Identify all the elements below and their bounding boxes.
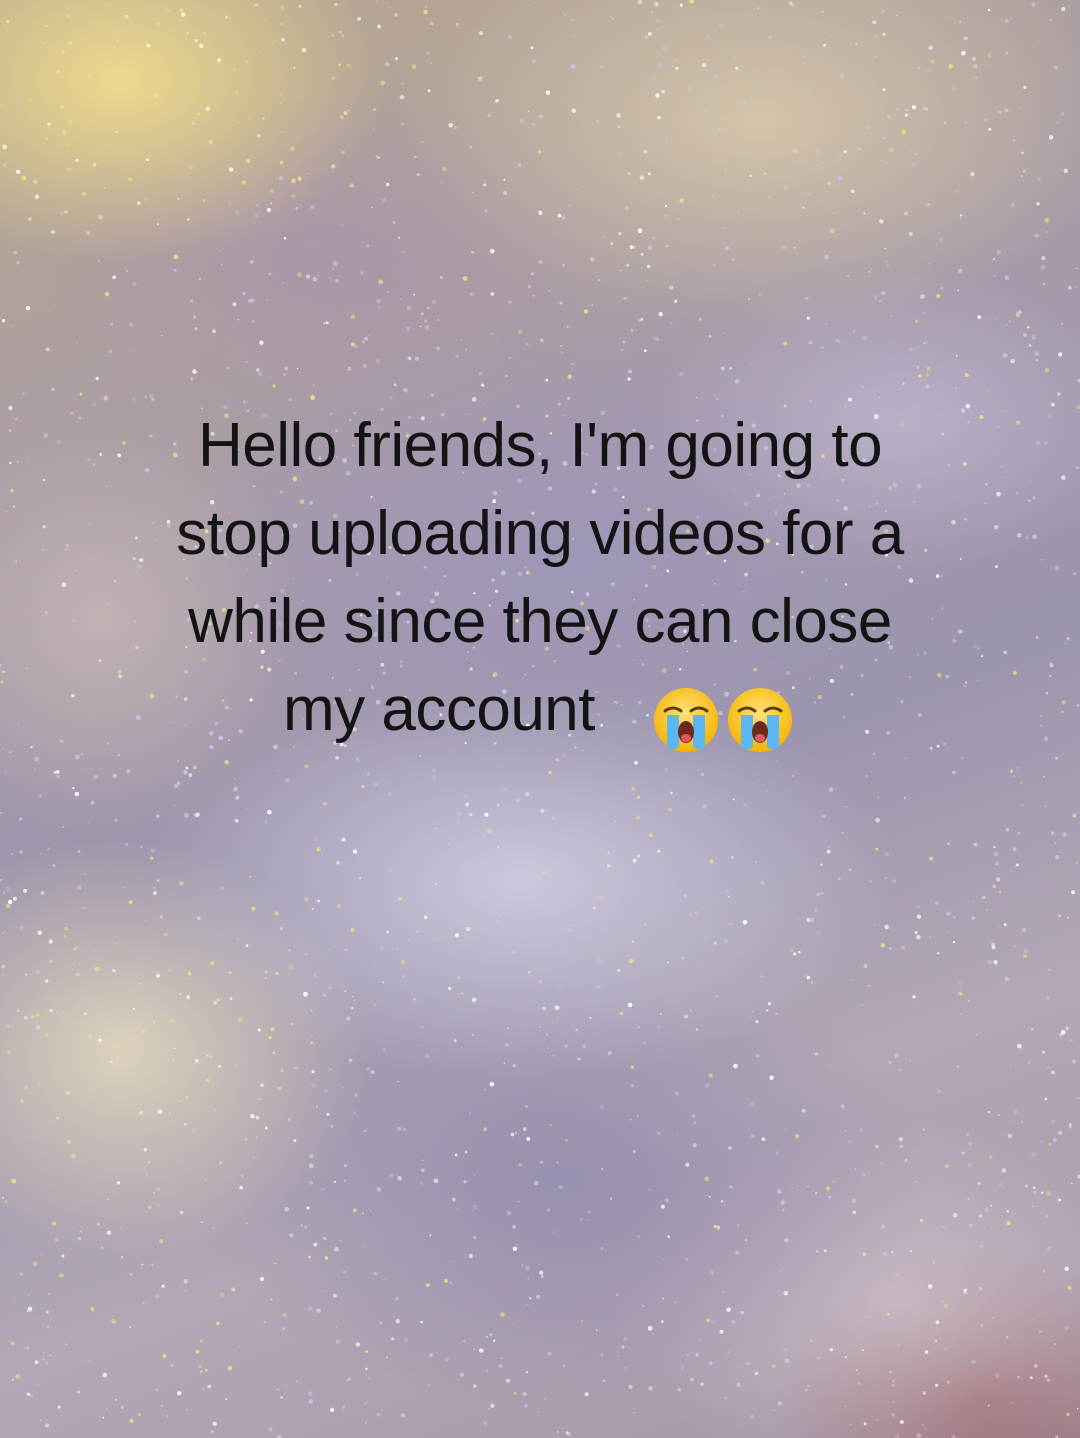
glitter-video-frame: Hello friends, I'm going to stop uploadi… [0, 0, 1080, 1438]
emoji-group [649, 672, 797, 760]
caption-line-1: Hello friends, I'm going to [197, 411, 883, 480]
loudly-crying-face-icon [654, 687, 719, 752]
caption-line-3: while since they can close [188, 587, 892, 656]
caption-line-4-text: my account [282, 675, 596, 744]
loudly-crying-face-icon [728, 687, 793, 752]
caption-line-4: my account [40, 666, 1040, 760]
caption-line-2: stop uploading videos for a [176, 499, 904, 568]
video-caption: Hello friends, I'm going to stop uploadi… [40, 402, 1040, 760]
